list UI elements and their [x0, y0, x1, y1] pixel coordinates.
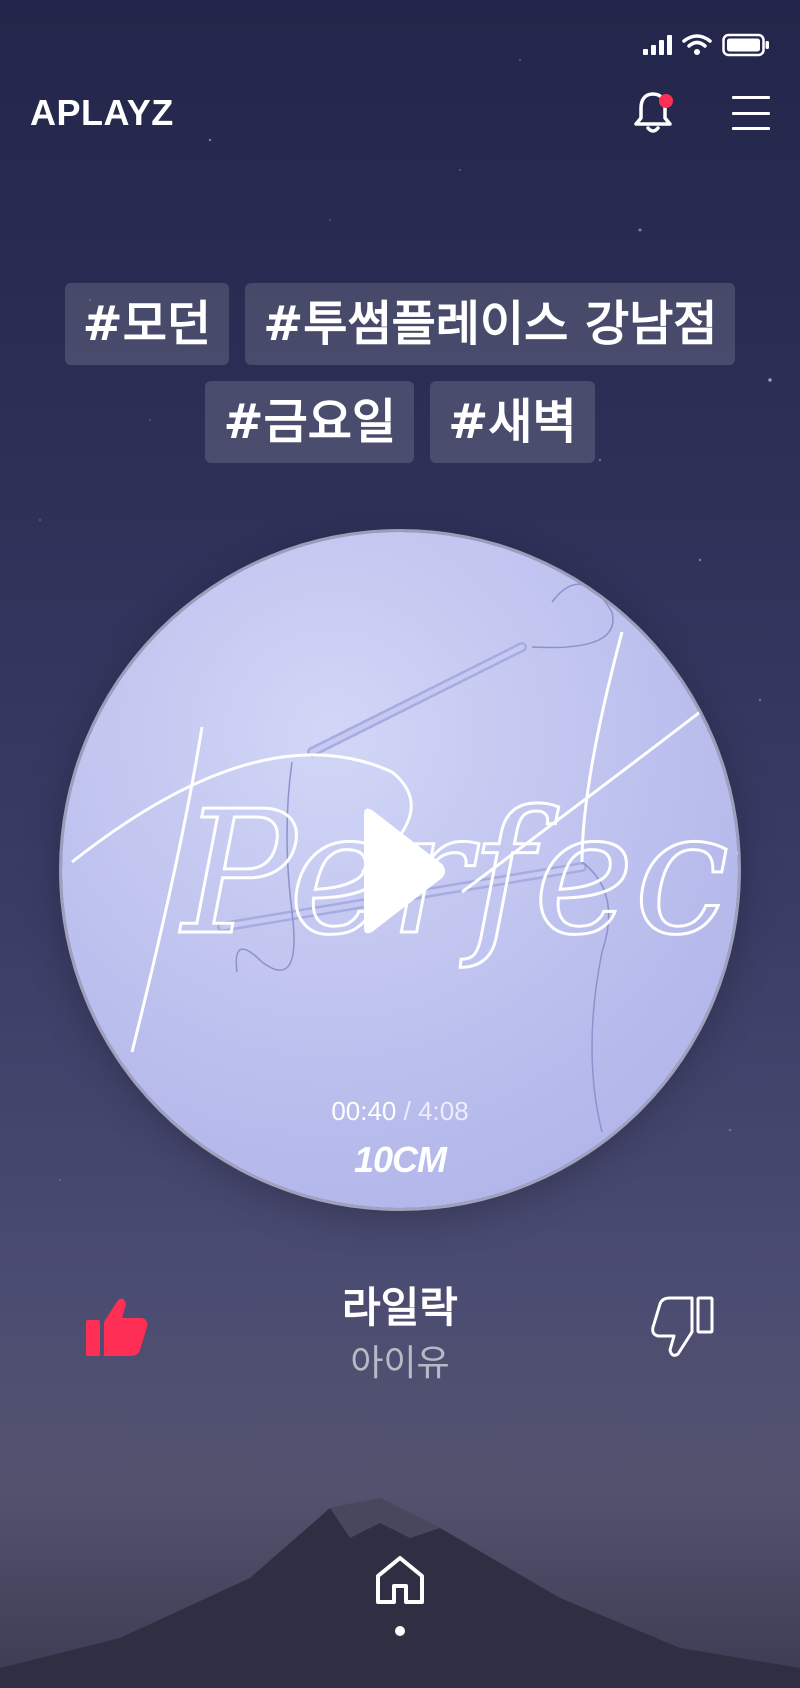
notification-badge: [659, 94, 673, 108]
playback-time: 00:40 / 4:08: [0, 1096, 800, 1127]
app-screen: APLAYZ #모던 #투썸플레이스 강남점 #금요일 #새벽 Perfect …: [0, 0, 800, 1688]
context-tags: #모던 #투썸플레이스 강남점 #금요일 #새벽: [30, 283, 770, 463]
time-separator: /: [396, 1096, 419, 1126]
play-icon[interactable]: [358, 806, 448, 936]
home-icon[interactable]: [374, 1554, 426, 1606]
wifi-icon: [682, 34, 712, 55]
cellular-signal-icon: [643, 35, 672, 55]
svg-text:Perfect: Perfect: [179, 775, 738, 973]
header-actions: [630, 88, 770, 138]
status-bar: [643, 30, 770, 60]
hamburger-menu-icon[interactable]: [732, 94, 770, 132]
active-tab-indicator: [395, 1626, 405, 1636]
tag-location[interactable]: #투썸플레이스 강남점: [245, 283, 736, 365]
app-logo[interactable]: APLAYZ: [30, 92, 174, 134]
thumbs-up-icon[interactable]: [84, 1296, 150, 1358]
thumbs-down-icon[interactable]: [650, 1296, 716, 1358]
tag-style[interactable]: #모던: [64, 283, 230, 365]
album-artist-logo: 10CM: [353, 1139, 447, 1180]
notification-button[interactable]: [630, 88, 676, 138]
app-header: APLAYZ: [30, 88, 770, 138]
battery-icon: [722, 33, 769, 57]
tag-day[interactable]: #금요일: [205, 381, 415, 463]
total-time: 4:08: [418, 1096, 469, 1126]
tag-time[interactable]: #새벽: [430, 381, 595, 463]
current-time: 00:40: [331, 1096, 397, 1126]
